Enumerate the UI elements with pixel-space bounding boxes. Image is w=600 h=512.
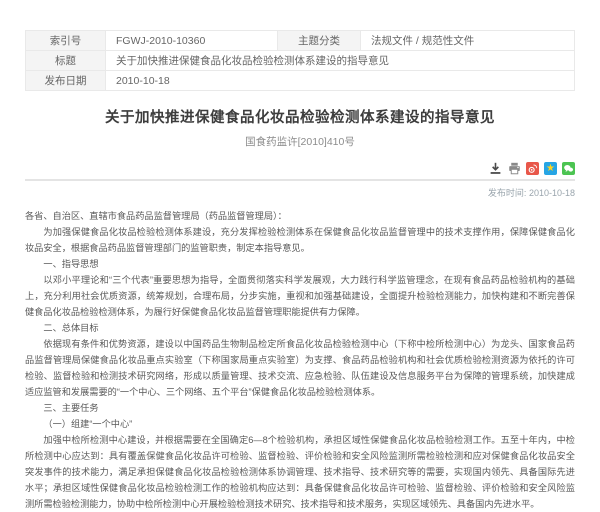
- print-icon[interactable]: [507, 161, 521, 175]
- publish-time: 发布时间: 2010-10-18: [25, 186, 575, 199]
- publish-time-value: 2010-10-18: [529, 188, 575, 198]
- meta-value-topic-category: 法规文件 / 规范性文件: [361, 31, 575, 51]
- meta-label-topic-category: 主题分类: [278, 31, 361, 51]
- meta-label-title: 标题: [26, 51, 106, 71]
- paragraph-main-task: 加强中检所检测中心建设，并根据需要在全国确定6—8个检验机构，承担区域性保健食品…: [25, 432, 575, 512]
- document-page: 索引号 FGWJ-2010-10360 主题分类 法规文件 / 规范性文件 标题…: [0, 0, 600, 450]
- section-heading-1: 一、指导思想: [25, 256, 575, 272]
- publish-time-label: 发布时间:: [488, 188, 527, 198]
- section-heading-2: 二、总体目标: [25, 320, 575, 336]
- table-row: 索引号 FGWJ-2010-10360 主题分类 法规文件 / 规范性文件: [26, 31, 575, 51]
- section-heading-3: 三、主要任务: [25, 400, 575, 416]
- meta-value-index-number: FGWJ-2010-10360: [106, 31, 278, 51]
- page-title: 关于加快推进保健食品化妆品检验检测体系建设的指导意见: [25, 106, 575, 127]
- wechat-share-icon[interactable]: [562, 162, 575, 175]
- article-body: 各省、自治区、直辖市食品药品监督管理局（药品监督管理局）： 为加强保健食品化妆品…: [25, 208, 575, 512]
- meta-label-index-number: 索引号: [26, 31, 106, 51]
- download-icon[interactable]: [488, 161, 502, 175]
- meta-value-title: 关于加快推进保健食品化妆品检验检测体系建设的指导意见: [106, 51, 575, 71]
- star-icon: ★: [546, 162, 555, 175]
- qzone-share-icon[interactable]: ★: [544, 162, 557, 175]
- subsection-heading-one-center: （一）组建“一个中心”: [25, 416, 575, 432]
- paragraph-guiding-ideology: 以邓小平理论和“三个代表”重要思想为指导，全面贯彻落实科学发展观，大力践行科学监…: [25, 272, 575, 320]
- paragraph-salutation: 各省、自治区、直辖市食品药品监督管理局（药品监督管理局）：: [25, 208, 575, 224]
- article-toolbar: ★: [25, 161, 575, 175]
- document-number: 国食药监许[2010]410号: [25, 134, 575, 149]
- paragraph-overall-goal: 依据现有条件和优势资源，建设以中国药品生物制品检定所食品化妆品检验检测中心（下称…: [25, 336, 575, 400]
- meta-label-publish-date: 发布日期: [26, 71, 106, 91]
- meta-value-publish-date: 2010-10-18: [106, 71, 575, 91]
- table-row: 标题 关于加快推进保健食品化妆品检验检测体系建设的指导意见: [26, 51, 575, 71]
- paragraph-intro: 为加强保健食品化妆品检验检测体系建设，充分发挥检验检测体系在保健食品化妆品监督管…: [25, 224, 575, 256]
- document-meta-table: 索引号 FGWJ-2010-10360 主题分类 法规文件 / 规范性文件 标题…: [25, 30, 575, 91]
- table-row: 发布日期 2010-10-18: [26, 71, 575, 91]
- weibo-share-icon[interactable]: [526, 162, 539, 175]
- header-divider: [25, 179, 575, 181]
